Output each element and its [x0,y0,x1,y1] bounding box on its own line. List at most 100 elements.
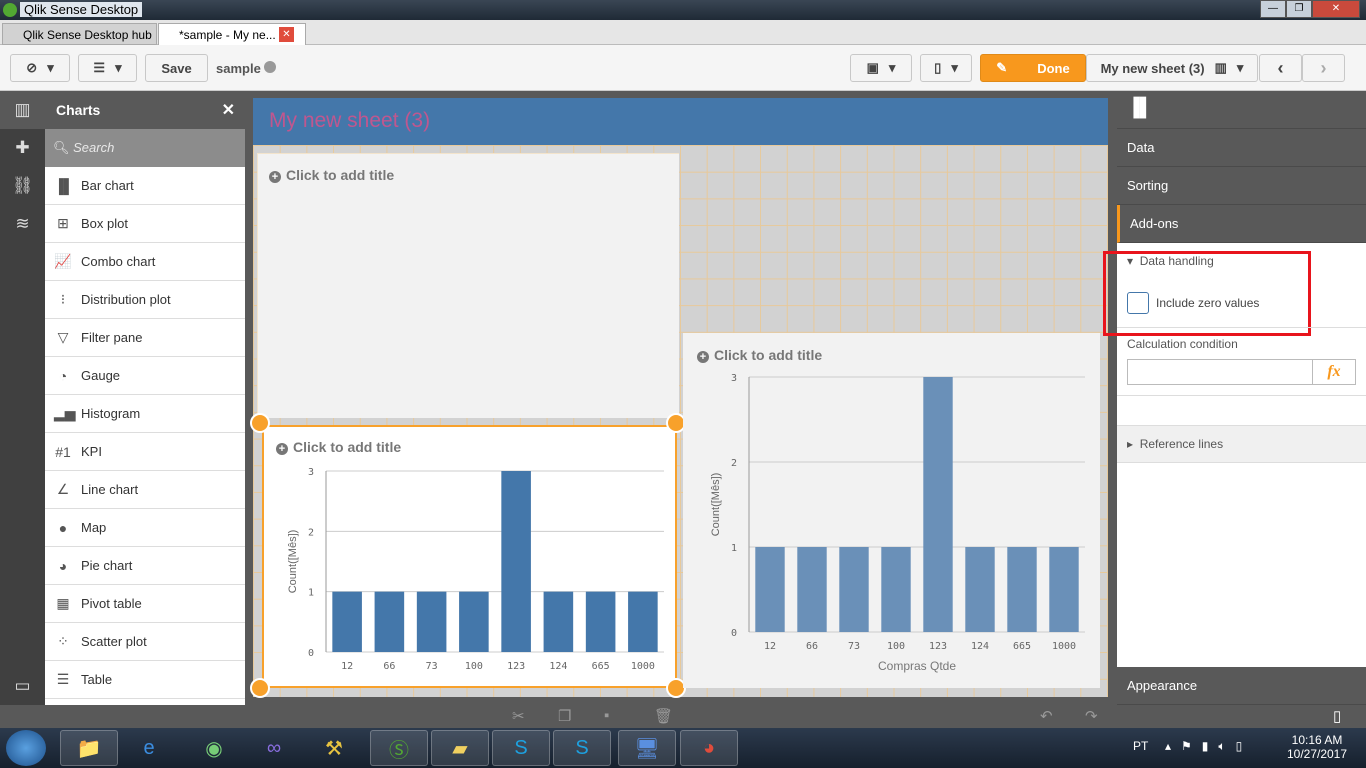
link-tab-icon[interactable]: ⛓ [0,167,45,205]
done-button[interactable]: ✎ Done [980,54,1086,82]
pencil-icon: ✎ [996,60,1008,75]
x-tick-label: 665 [1013,641,1031,652]
x-tick-label: 66 [383,661,395,672]
app-info-icon[interactable] [264,61,277,73]
chart-title-placeholder[interactable]: + Click to add title [269,167,394,183]
sheet-thumbnail-icon: ▥ [1214,60,1227,75]
redo-icon[interactable]: ↷ [1085,707,1098,725]
empty-chart-object[interactable]: + Click to add title [257,153,679,418]
distribution-plot-icon: ⁝ [60,291,66,307]
line-chart-icon: ∠ [56,481,70,497]
section-sorting[interactable]: Sorting [1117,167,1366,205]
section-addons[interactable]: Add-ons [1117,205,1366,243]
chart-type-pivot-table[interactable]: ▦ Pivot table [45,585,245,623]
bar-chart-selected[interactable]: + Click to add title 0 1 2 3 12 66 73 100 123 124 6… [262,425,677,688]
clock[interactable]: 10:16 AM 10/27/2017 [1282,733,1352,761]
close-icon[interactable]: ✕ [222,100,235,120]
tab-label: Qlik Sense Desktop hub [23,28,152,42]
chart-type-map[interactable]: ● Map [45,509,245,547]
chart-type-gauge[interactable]: ◔ Gauge [45,357,245,395]
chart-title-placeholder[interactable]: + Click to add title [697,347,822,363]
chart-type-label: Distribution plot [81,292,171,307]
chart-title-placeholder[interactable]: + Click to add title [276,439,401,455]
present-button[interactable]: ▣ ▾ [850,54,912,82]
chart-type-filter-pane[interactable]: ▽ Filter pane [45,319,245,357]
fields-tab-icon[interactable]: ≋ [0,205,45,243]
global-menu-button[interactable]: ☰ ▾ [78,54,137,82]
x-tick-label: 123 [929,641,947,652]
resize-handle[interactable] [250,413,270,433]
close-tab-icon[interactable]: ✕ [279,27,294,42]
calc-condition-input[interactable] [1127,359,1313,385]
bar [416,591,447,652]
sticky-notes-icon[interactable]: ▰ [431,730,489,766]
chart-type-box-plot[interactable]: ⊞ Box plot [45,205,245,243]
chart-type-kpi[interactable]: #1 KPI [45,433,245,471]
navigation-menu-button[interactable]: ⊘ ▾ [10,54,70,82]
chevron-down-icon: ▾ [1236,60,1244,75]
search-input[interactable]: 🔍︎ Search [45,129,245,167]
window-title: Qlik Sense Desktop [20,2,143,17]
reference-lines-toggle[interactable]: ▸ Reference lines [1117,425,1366,463]
tray-icons[interactable]: ▴⚑▮🔈︎▯ [1165,739,1252,754]
cut-icon[interactable]: ✂ [512,707,525,725]
paste-icon[interactable]: ▪ [604,707,609,724]
section-appearance[interactable]: Appearance [1117,667,1366,705]
chevron-down-icon: ▾ [115,60,122,75]
chart-type-scatter-plot[interactable]: ⁘ Scatter plot [45,623,245,661]
skype-business-icon[interactable]: S [553,730,611,766]
tools-icon[interactable]: ⚒ [305,730,363,766]
chart-type-combo-chart[interactable]: 📈 Combo chart [45,243,245,281]
chart-type-label: Pie chart [81,558,133,573]
chart-type-histogram[interactable]: ▂▅ Histogram [45,395,245,433]
save-button[interactable]: Save [145,54,208,82]
delete-icon[interactable]: 🗑︎ [654,707,673,725]
chrome-icon[interactable]: ◕ [680,730,738,766]
chart-type-table[interactable]: ☰ Table [45,661,245,699]
next-sheet-button[interactable]: › [1302,54,1345,82]
resize-handle[interactable] [250,678,270,698]
section-data[interactable]: Data [1117,129,1366,167]
chart-type-label: Line chart [81,482,139,497]
x-tick-label: 1000 [631,661,655,672]
y-tick-label: 3 [731,373,737,384]
charts-panel: Charts ✕ 🔍︎ Search ▐▌ Bar chart ⊞ Box plot 📈 C… [45,91,245,705]
sheet-title[interactable]: My new sheet (3) [253,98,1108,145]
qlikview-icon[interactable]: ◉ [185,730,243,766]
expand-panel-icon[interactable]: ▭ [0,667,45,705]
ie-icon[interactable]: e [120,730,178,766]
expression-button[interactable]: fx [1312,359,1356,385]
bar [374,591,405,652]
chart-type-distribution-plot[interactable]: ⁝ Distribution plot [45,281,245,319]
chart-type-pie-chart[interactable]: ◕ Pie chart [45,547,245,585]
minimize-button[interactable]: — [1260,0,1286,18]
maximize-button[interactable]: ❐ [1286,0,1312,18]
remote-desktop-icon[interactable]: 🖥︎ [618,730,676,766]
infinity-app-icon[interactable]: ∞ [245,730,303,766]
extensions-tab-icon[interactable]: ✚ [0,129,45,167]
language-indicator[interactable]: PT [1133,739,1148,753]
tab-hub[interactable]: Qlik Sense Desktop hub [2,23,157,45]
previous-sheet-button[interactable]: ‹ [1259,54,1302,82]
copy-icon[interactable]: ❐ [558,707,571,725]
tab-sample[interactable]: *sample - My ne... ✕ [158,23,306,45]
search-placeholder: Search [73,140,115,155]
qlik-sense-icon[interactable]: Ⓢ [370,730,428,766]
chart-type-label: Bar chart [81,178,134,193]
chart-type-bar-chart[interactable]: ▐▌ Bar chart [45,167,245,205]
explorer-icon[interactable]: 📁 [60,730,118,766]
start-button[interactable] [6,730,46,766]
charts-tab-icon[interactable]: ▥ [0,91,45,129]
bar-chart[interactable]: + Click to add title 0 1 2 3 12 66 73 100 123 124 6… [683,333,1100,688]
close-window-button[interactable]: ✕ [1312,0,1360,18]
toggle-properties-icon[interactable]: ▯ [1333,707,1341,725]
y-tick-label: 2 [731,458,737,469]
skype-icon[interactable]: S [492,730,550,766]
bar [628,591,658,652]
chart-type-line-chart[interactable]: ∠ Line chart [45,471,245,509]
undo-icon[interactable]: ↶ [1040,707,1053,725]
chart-type-label: Map [81,520,107,535]
bar-chart-plot: 012312 66 73 100 123 124 665 1000Count([Mês]) [287,467,664,672]
bookmark-button[interactable]: ▯ ▾ [920,54,972,82]
sheet-selector[interactable]: My new sheet (3) ▥ ▾ [1086,54,1258,82]
